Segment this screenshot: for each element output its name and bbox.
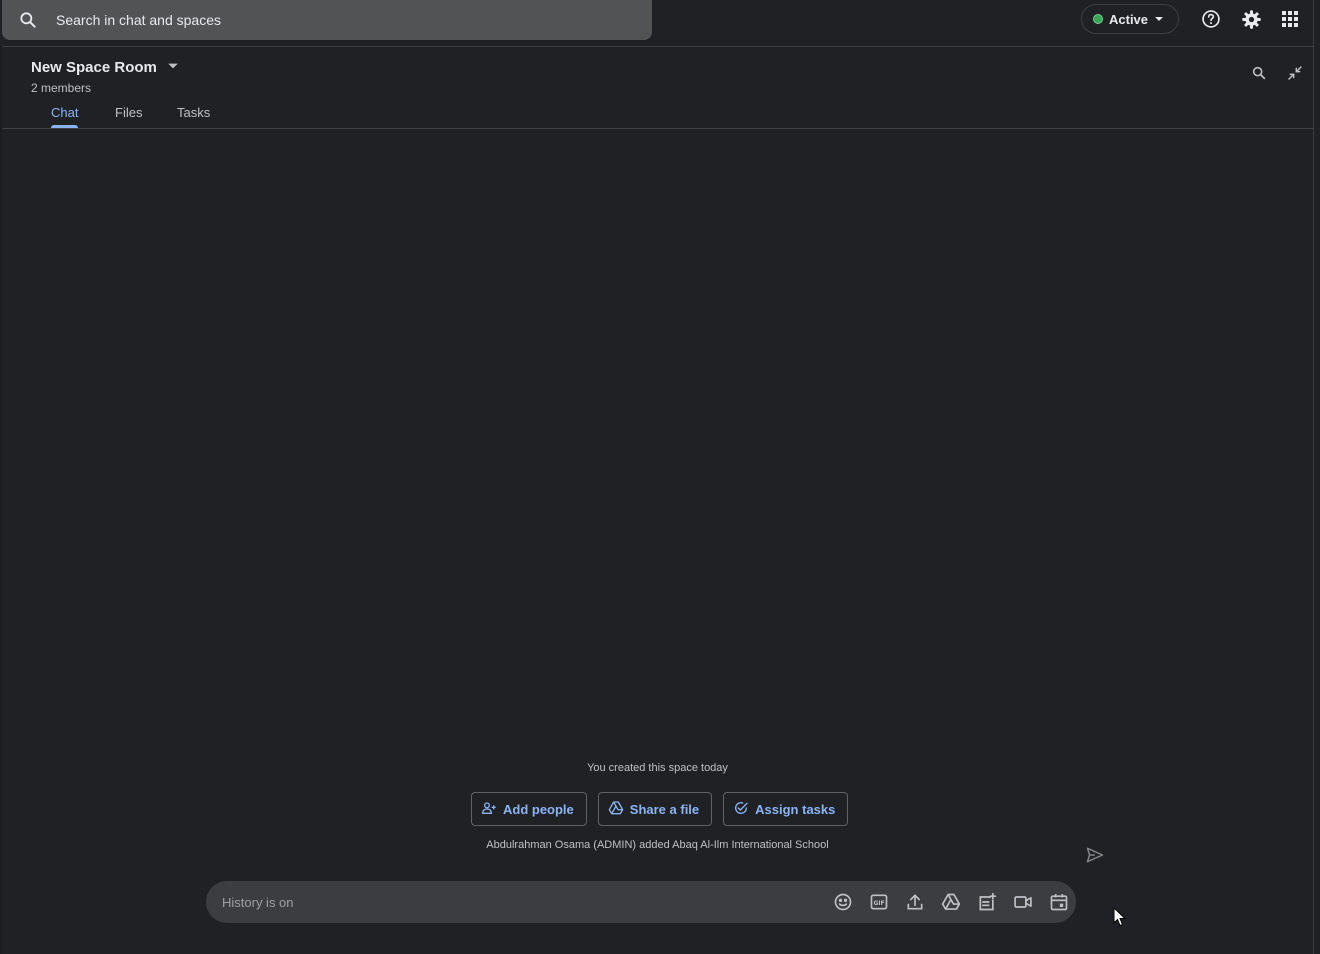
space-panel: New Space Room 2 members Chat Files Task… — [2, 46, 1313, 954]
top-bar: Active — [0, 0, 1320, 40]
tab-tasks[interactable]: Tasks — [177, 105, 210, 128]
assign-tasks-button[interactable]: Assign tasks — [723, 792, 849, 826]
tab-chat[interactable]: Chat — [51, 105, 79, 128]
member-count[interactable]: 2 members — [31, 81, 91, 95]
caret-down-icon[interactable] — [167, 59, 179, 76]
apps-grid-icon[interactable] — [1279, 8, 1301, 30]
gear-icon[interactable] — [1240, 8, 1262, 30]
add-people-label: Add people — [503, 801, 574, 817]
drive-icon[interactable] — [940, 891, 962, 913]
message-composer[interactable]: GIF — [206, 881, 1076, 923]
emoji-icon[interactable] — [832, 891, 854, 913]
send-icon[interactable] — [1084, 844, 1106, 866]
caret-down-icon — [1154, 12, 1164, 27]
space-tabs: Chat Files Tasks — [2, 105, 1313, 129]
share-file-button[interactable]: Share a file — [597, 792, 713, 826]
message-input[interactable] — [220, 893, 820, 911]
search-input[interactable] — [54, 11, 614, 29]
search-space-icon[interactable] — [1250, 64, 1268, 82]
help-icon[interactable] — [1200, 8, 1222, 30]
status-label: Active — [1109, 11, 1149, 27]
add-person-icon — [481, 800, 497, 819]
tab-files[interactable]: Files — [115, 105, 142, 128]
search-bar[interactable] — [2, 0, 652, 40]
drive-icon — [608, 800, 624, 819]
status-dropdown[interactable]: Active — [1081, 4, 1179, 34]
assign-tasks-label: Assign tasks — [755, 801, 836, 817]
search-icon — [2, 0, 54, 40]
integrations-icon[interactable] — [976, 891, 998, 913]
svg-text:GIF: GIF — [874, 901, 885, 907]
calendar-icon[interactable] — [1048, 891, 1070, 913]
intro-actions: Add people Share a file Assign tasks — [471, 792, 849, 826]
video-icon[interactable] — [1012, 891, 1034, 913]
space-title-text: New Space Room — [31, 59, 157, 76]
minimize-collapse-icon[interactable] — [1286, 64, 1304, 82]
upload-icon[interactable] — [904, 891, 926, 913]
member-added-message: Abdulrahman Osama (ADMIN) added Abaq Al-… — [486, 839, 829, 851]
gif-icon[interactable]: GIF — [868, 891, 890, 913]
space-title[interactable]: New Space Room — [31, 59, 179, 76]
active-status-dot — [1093, 14, 1103, 24]
share-file-label: Share a file — [629, 801, 700, 817]
add-people-button[interactable]: Add people — [471, 792, 587, 826]
space-created-message: You created this space today — [587, 762, 728, 774]
mouse-cursor-icon — [1113, 907, 1127, 927]
right-edge-divider — [1313, 0, 1320, 954]
task-check-icon — [733, 800, 749, 819]
